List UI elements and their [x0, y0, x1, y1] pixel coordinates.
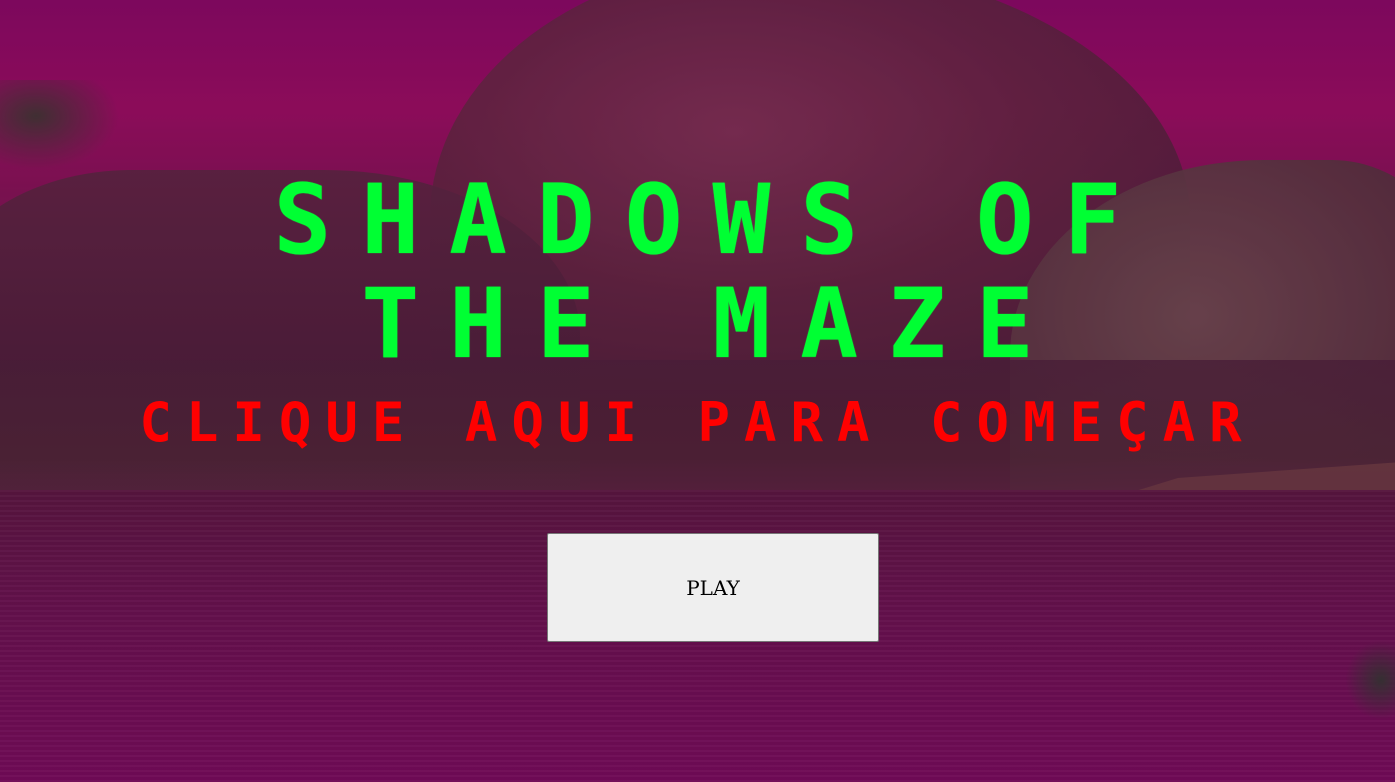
game-start-screen: SHADOWS OF THE MAZE CLIQUE AQUI PARA COM… [0, 0, 1395, 782]
game-title-line-1: SHADOWS OF [273, 164, 1152, 276]
start-instruction[interactable]: CLIQUE AQUI PARA COMEÇAR [0, 390, 1395, 456]
game-title-line-2: THE MAZE [361, 268, 1064, 380]
game-title: SHADOWS OF THE MAZE [0, 168, 1395, 376]
play-button[interactable]: PLAY [547, 533, 879, 642]
